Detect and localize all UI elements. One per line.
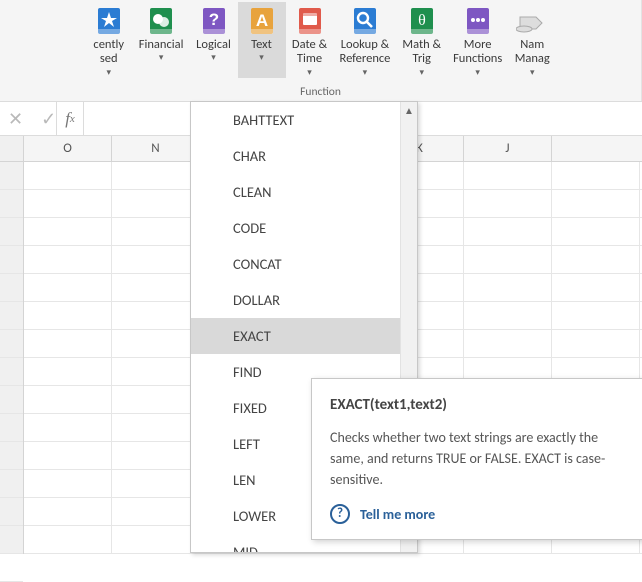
row-header[interactable]: [0, 246, 23, 274]
ribbon-group-function: cently sed ▾ Financial ▾? Logical ▾A Tex…: [0, 0, 642, 101]
fx-icon[interactable]: fx: [56, 102, 84, 135]
scroll-up-icon[interactable]: ▲: [404, 104, 414, 117]
question-icon: ?: [198, 5, 230, 37]
chevron-down-icon: ▾: [475, 68, 480, 78]
tooltip-body: Checks whether two text strings are exac…: [330, 427, 634, 490]
select-all-corner[interactable]: [0, 136, 24, 161]
ribbon-button-logical[interactable]: ? Logical ▾: [190, 2, 238, 78]
tag-icon: [516, 5, 548, 37]
ribbon-button-label: More Functions: [453, 38, 502, 67]
star-icon: [93, 5, 125, 37]
theta-icon: θ: [406, 5, 438, 37]
dropdown-item-char[interactable]: CHAR: [191, 138, 400, 174]
dropdown-item-concat[interactable]: CONCAT: [191, 246, 400, 282]
row-header[interactable]: [0, 554, 23, 582]
ribbon-button-nam[interactable]: Nam Manag ▾: [508, 2, 556, 78]
ribbon-button-label: Nam Manag: [515, 38, 550, 67]
ribbon-button-cently[interactable]: cently sed ▾: [85, 2, 133, 78]
ribbon-button-label: Financial: [139, 38, 184, 52]
chevron-down-icon: ▾: [159, 53, 164, 63]
row-header[interactable]: [0, 358, 23, 386]
ribbon-button-label: Text: [251, 38, 272, 52]
row-header[interactable]: [0, 386, 23, 414]
row-header[interactable]: [0, 218, 23, 246]
ribbon-button-more[interactable]: More Functions ▾: [447, 2, 508, 78]
calendar-icon: [294, 5, 326, 37]
letterA-icon: A: [246, 5, 278, 37]
help-icon: ?: [330, 504, 350, 524]
chevron-down-icon: ▾: [106, 68, 111, 78]
chevron-down-icon: ▾: [307, 68, 312, 78]
enter-icon[interactable]: ✓: [41, 108, 56, 130]
ribbon-button-date[interactable]: Date & Time ▾: [286, 2, 334, 78]
row-header[interactable]: [0, 190, 23, 218]
column-header[interactable]: N: [112, 136, 200, 161]
function-tooltip: EXACT(text1,text2) Checks whether two te…: [311, 378, 642, 540]
tooltip-title: EXACT(text1,text2): [330, 394, 634, 417]
tell-me-more-label: Tell me more: [360, 504, 435, 525]
dropdown-item-dollar[interactable]: DOLLAR: [191, 282, 400, 318]
cancel-icon[interactable]: ✕: [8, 108, 23, 130]
dots-icon: [462, 5, 494, 37]
ribbon-button-financial[interactable]: Financial ▾: [133, 2, 190, 78]
ribbon-button-label: Lookup & Reference: [340, 38, 391, 67]
dropdown-item-clean[interactable]: CLEAN: [191, 174, 400, 210]
row-header[interactable]: [0, 330, 23, 358]
column-header[interactable]: O: [24, 136, 112, 161]
dropdown-item-exact[interactable]: EXACT: [191, 318, 400, 354]
ribbon-button-label: Logical: [196, 38, 231, 52]
svg-text:θ: θ: [418, 12, 426, 29]
dropdown-item-code[interactable]: CODE: [191, 210, 400, 246]
chevron-down-icon: ▾: [259, 53, 264, 63]
row-header[interactable]: [0, 442, 23, 470]
ribbon-button-label: Date & Time: [292, 38, 327, 67]
row-header[interactable]: [0, 470, 23, 498]
chevron-down-icon: ▾: [419, 68, 424, 78]
svg-text:?: ?: [208, 10, 218, 29]
row-header[interactable]: [0, 162, 23, 190]
row-header[interactable]: [0, 498, 23, 526]
chevron-down-icon: ▾: [530, 68, 535, 78]
row-header[interactable]: [0, 274, 23, 302]
column-header[interactable]: J: [464, 136, 552, 161]
row-header[interactable]: [0, 414, 23, 442]
chevron-down-icon: ▾: [211, 53, 216, 63]
ribbon: cently sed ▾ Financial ▾? Logical ▾A Tex…: [0, 0, 642, 102]
dropdown-item-bahttext[interactable]: BAHTTEXT: [191, 102, 400, 138]
ribbon-button-label: cently sed: [93, 38, 124, 67]
ribbon-button-lookup[interactable]: Lookup & Reference ▾: [334, 2, 397, 78]
ribbon-button-text[interactable]: A Text ▾: [238, 2, 286, 78]
ribbon-button-label: Math & Trig: [402, 38, 441, 67]
ribbon-group-label: Function: [0, 85, 641, 99]
ribbon-button-math[interactable]: θ Math & Trig ▾: [396, 2, 447, 78]
row-header[interactable]: [0, 302, 23, 330]
search-icon: [349, 5, 381, 37]
coins-icon: [145, 5, 177, 37]
row-header[interactable]: [0, 526, 23, 554]
chevron-down-icon: ▾: [363, 68, 368, 78]
tell-me-more-link[interactable]: ? Tell me more: [330, 504, 634, 525]
svg-text:A: A: [255, 11, 267, 30]
